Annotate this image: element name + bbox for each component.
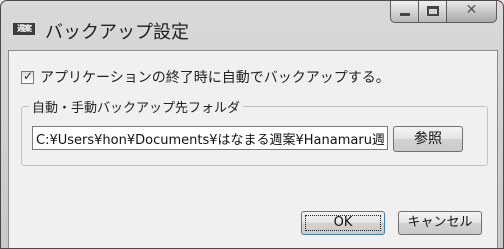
ok-button[interactable]: OK — [301, 211, 385, 235]
title-bar[interactable]: 週案 バックアップ設定 ✕ — [1, 1, 503, 45]
cancel-button[interactable]: キャンセル — [398, 211, 482, 235]
close-icon: ✕ — [465, 2, 478, 18]
minimize-icon — [400, 13, 410, 16]
minimize-button[interactable] — [390, 1, 419, 23]
browse-button-label: 参照 — [414, 131, 442, 147]
backup-folder-group-label: 自動・手動バックアップ先フォルダ — [29, 97, 244, 116]
backup-settings-dialog: 週案 バックアップ設定 ✕ ✓ アプリケーションの終了時に自動でバックアップする… — [0, 0, 504, 249]
cancel-button-label: キャンセル — [407, 215, 473, 230]
ok-button-label: OK — [333, 215, 353, 230]
maximize-icon — [427, 6, 439, 16]
window-title: バックアップ設定 — [45, 22, 189, 43]
maximize-button[interactable] — [419, 1, 447, 23]
auto-backup-label[interactable]: アプリケーションの終了時に自動でバックアップする。 — [40, 67, 390, 87]
auto-backup-checkbox[interactable]: ✓ — [21, 68, 34, 84]
dialog-body: ✓ アプリケーションの終了時に自動でバックアップする。 自動・手動バックアップ先… — [8, 50, 498, 248]
close-button[interactable]: ✕ — [447, 1, 497, 23]
caption-buttons: ✕ — [390, 1, 497, 24]
backup-folder-path-input[interactable] — [32, 126, 388, 150]
browse-button[interactable]: 参照 — [393, 126, 463, 152]
app-icon: 週案 — [13, 23, 35, 35]
auto-backup-option[interactable]: ✓ アプリケーションの終了時に自動でバックアップする。 — [21, 67, 390, 87]
checkmark-icon: ✓ — [23, 68, 34, 83]
